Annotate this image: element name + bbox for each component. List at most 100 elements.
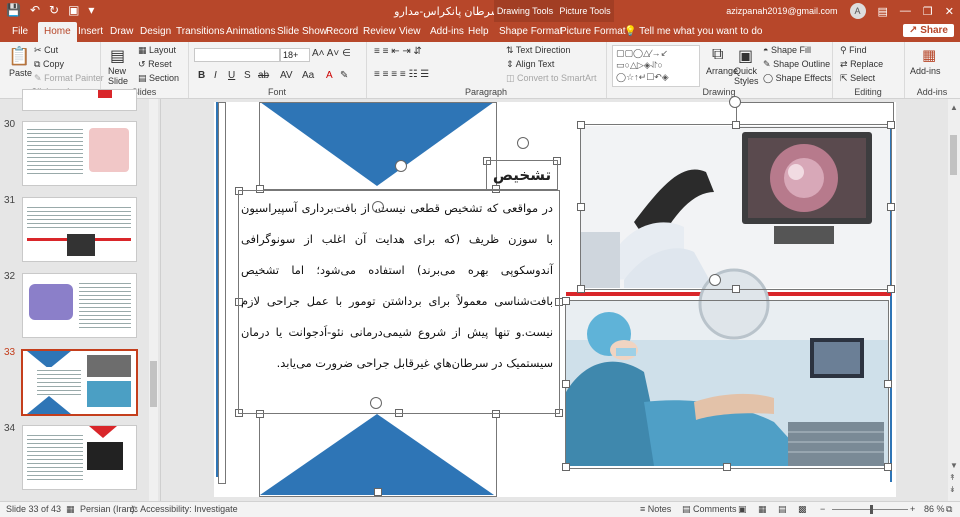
notes-button[interactable]: ≡ Notes xyxy=(640,504,671,514)
quick-styles-icon[interactable]: ▣ xyxy=(738,46,753,66)
tab-draw[interactable]: Draw xyxy=(110,22,133,42)
tab-shape-format[interactable]: Shape Format xyxy=(499,22,562,42)
resize-handle[interactable] xyxy=(884,380,892,388)
tab-animations[interactable]: Animations xyxy=(226,22,275,42)
bottom-triangle-frame[interactable] xyxy=(259,413,497,497)
section-button[interactable]: ▤ Section xyxy=(138,73,179,84)
reading-view-icon[interactable]: ▤ xyxy=(778,504,787,515)
replace-button[interactable]: ⇄ Replace xyxy=(840,59,883,70)
restore-icon[interactable]: ❐ xyxy=(923,5,933,18)
cut-button[interactable]: ✂ Cut xyxy=(34,45,58,56)
copy-button[interactable]: ⧉ Copy xyxy=(34,59,64,70)
tab-design[interactable]: Design xyxy=(140,22,171,42)
text-direction-button[interactable]: ⇅ Text Direction xyxy=(506,45,570,56)
tab-view[interactable]: View xyxy=(399,22,421,42)
resize-handle[interactable] xyxy=(887,121,895,129)
tab-review[interactable]: Review xyxy=(363,22,396,42)
top-triangle-frame[interactable] xyxy=(259,102,497,190)
addins-icon[interactable]: ▦ xyxy=(922,46,936,64)
surgery-photo-frame[interactable] xyxy=(565,300,889,469)
zoom-in-icon[interactable]: + xyxy=(910,504,915,514)
arrange-icon[interactable]: ⧉ xyxy=(712,46,723,64)
tell-me-box[interactable]: 💡 Tell me what you want to do xyxy=(624,22,762,42)
resize-handle[interactable] xyxy=(887,203,895,211)
tab-home[interactable]: Home xyxy=(38,22,77,42)
close-icon[interactable]: ✕ xyxy=(945,5,954,18)
share-button[interactable]: ↗ Share xyxy=(903,24,954,37)
minimize-icon[interactable]: — xyxy=(900,5,911,17)
account-email[interactable]: azizpanah2019@gmail.com xyxy=(726,6,837,16)
fit-slide-icon[interactable]: ⧉ xyxy=(946,504,952,515)
next-slide-icon[interactable]: ↡ xyxy=(949,485,956,494)
slideshow-view-icon[interactable]: ▩ xyxy=(798,504,807,515)
resize-handle[interactable] xyxy=(577,285,585,293)
shape-fill-button[interactable]: ◓ Shape Fill xyxy=(763,45,811,55)
align-text-button[interactable]: ⇕ Align Text xyxy=(506,59,554,70)
resize-handle[interactable] xyxy=(577,203,585,211)
shape-effects-button[interactable]: ◯ Shape Effects xyxy=(763,73,831,84)
tab-picture-format[interactable]: Picture Format xyxy=(560,22,626,42)
change-case-button[interactable]: Aa xyxy=(302,70,314,81)
resize-handle[interactable] xyxy=(562,297,570,305)
thumbnail-scrollbar[interactable] xyxy=(149,99,158,501)
normal-view-icon[interactable]: ▣ xyxy=(738,504,747,515)
tab-transitions[interactable]: Transitions xyxy=(176,22,225,42)
resize-handle[interactable] xyxy=(732,121,740,129)
shape-outline-button[interactable]: ✎ Shape Outline xyxy=(763,59,830,70)
bold-button[interactable]: B xyxy=(198,70,205,81)
shadow-button[interactable]: S xyxy=(244,70,251,81)
strike-button[interactable]: ab xyxy=(258,70,269,81)
zoom-slider-thumb[interactable] xyxy=(870,505,873,514)
endoscope-photo-frame[interactable] xyxy=(580,124,892,290)
rotate-handle-icon[interactable] xyxy=(709,274,721,286)
scroll-down-icon[interactable]: ▼ xyxy=(950,461,958,470)
resize-handle[interactable] xyxy=(887,285,895,293)
slide-scroll-thumb[interactable] xyxy=(950,135,957,175)
slide-thumbnail-29[interactable] xyxy=(22,89,137,111)
rotate-handle-icon[interactable] xyxy=(517,137,529,149)
resize-handle[interactable] xyxy=(562,463,570,471)
slide-thumbnail-31[interactable] xyxy=(22,197,137,262)
spacing-button[interactable]: AV xyxy=(280,70,293,81)
slide-body-text[interactable]: در مواقعی که تشخیص قطعی نیست، از بافت‌بر… xyxy=(241,193,553,379)
resize-handle[interactable] xyxy=(732,285,740,293)
bullets-icons[interactable]: ≡ ≡ ⇤ ⇥ ⇵ xyxy=(374,46,422,57)
tab-record[interactable]: Record xyxy=(326,22,358,42)
slide-thumbnail-33[interactable] xyxy=(21,349,138,416)
rotate-handle-icon[interactable] xyxy=(729,96,741,108)
find-button[interactable]: ⚲ Find xyxy=(840,45,867,56)
ribbon-display-icon[interactable]: ▤ xyxy=(878,5,888,18)
comments-button[interactable]: ▤ Comments xyxy=(682,504,737,515)
paste-button[interactable]: Paste xyxy=(9,68,32,78)
tab-slide-show[interactable]: Slide Show xyxy=(277,22,327,42)
italic-button[interactable]: I xyxy=(214,70,217,81)
slide-scrollbar[interactable]: ▲ ▼ ↟ ↡ xyxy=(948,99,960,501)
font-size-buttons[interactable]: A˄ A˅ ∈ xyxy=(312,48,351,59)
underline-button[interactable]: U xyxy=(228,70,235,81)
tab-help[interactable]: Help xyxy=(468,22,489,42)
slide-sorter-icon[interactable]: ▦ xyxy=(758,504,767,515)
left-border-frame[interactable] xyxy=(218,102,226,484)
slide-thumbnail-30[interactable] xyxy=(22,121,137,186)
zoom-out-icon[interactable]: − xyxy=(820,504,825,514)
rotate-handle-icon[interactable] xyxy=(395,160,407,172)
font-color-icon[interactable]: A xyxy=(326,70,333,81)
resize-handle[interactable] xyxy=(884,463,892,471)
slide-thumbnail-32[interactable] xyxy=(22,273,137,338)
language-status[interactable]: Persian (Iran) xyxy=(80,504,135,514)
slide-thumbnail-pane[interactable]: 30 31 32 33 34 xyxy=(0,89,161,501)
resize-handle[interactable] xyxy=(723,463,731,471)
quick-styles-button[interactable]: Quick Styles xyxy=(734,66,762,86)
scroll-up-icon[interactable]: ▲ xyxy=(950,103,958,112)
layout-button[interactable]: ▦ Layout xyxy=(138,45,176,56)
reset-button[interactable]: ↺ Reset xyxy=(138,59,172,70)
spelling-icon[interactable]: ▦ xyxy=(66,504,75,515)
prev-slide-icon[interactable]: ↟ xyxy=(949,473,956,482)
slide-thumbnail-34[interactable] xyxy=(22,425,137,490)
align-icons[interactable]: ≡ ≡ ≡ ≡ ☷ ☰ xyxy=(374,69,429,80)
accessibility-status[interactable]: ⚖ Accessibility: Investigate xyxy=(130,504,238,515)
slide-title[interactable]: تشخیص xyxy=(486,160,558,190)
resize-handle[interactable] xyxy=(562,380,570,388)
resize-handle[interactable] xyxy=(577,121,585,129)
addins-button[interactable]: Add-ins xyxy=(910,66,941,76)
